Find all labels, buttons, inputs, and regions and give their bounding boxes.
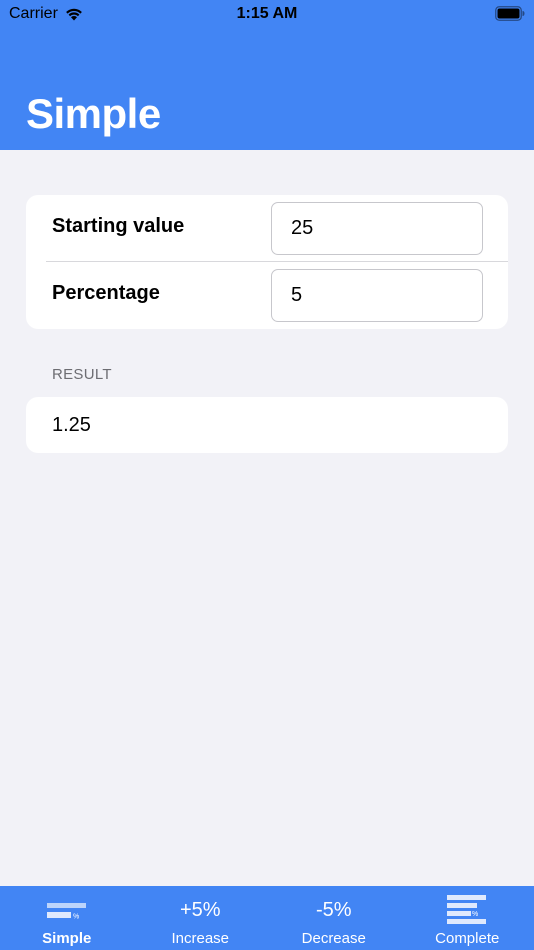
percentage-row: Percentage <box>26 262 508 329</box>
input-form-card: Starting value Percentage <box>26 195 508 329</box>
tab-increase-label: Increase <box>171 930 230 947</box>
percentage-label: Percentage <box>52 282 160 304</box>
tab-simple-label: Simple <box>42 930 92 947</box>
tab-simple[interactable]: % Simple <box>0 886 134 950</box>
decrease-percent-icon: -5% <box>315 898 352 921</box>
tab-increase[interactable]: +5% Increase <box>134 886 268 950</box>
nav-header: Carrier 1:15 AM Simple <box>0 0 534 150</box>
starting-value-label: Starting value <box>52 215 185 237</box>
result-card: 1.25 <box>26 397 508 453</box>
svg-text:%: % <box>472 911 478 918</box>
complete-percent-icon: % <box>447 895 487 924</box>
battery-icon <box>495 6 525 21</box>
simple-percent-icon: % <box>46 903 86 921</box>
result-value: 1.25 <box>52 414 91 436</box>
starting-value-input[interactable] <box>271 202 483 255</box>
percentage-input[interactable] <box>271 269 483 322</box>
tab-decrease[interactable]: -5% Decrease <box>267 886 401 950</box>
result-section-header: RESULT <box>52 366 112 383</box>
status-time: 1:15 AM <box>236 5 298 22</box>
status-bar: Carrier 1:15 AM <box>0 0 534 30</box>
svg-text:%: % <box>73 914 79 921</box>
starting-value-row: Starting value <box>26 195 508 262</box>
tab-complete-label: Complete <box>435 930 500 947</box>
app-screen: Carrier 1:15 AM Simple Starting value Pe <box>0 0 534 950</box>
tab-bar: % Simple +5% Increase -5% Decrease % Com… <box>0 886 534 950</box>
increase-percent-icon: +5% <box>179 898 221 921</box>
page-title: Simple <box>26 90 161 137</box>
tab-decrease-label: Decrease <box>301 930 366 947</box>
tab-complete[interactable]: % Complete <box>401 886 534 950</box>
